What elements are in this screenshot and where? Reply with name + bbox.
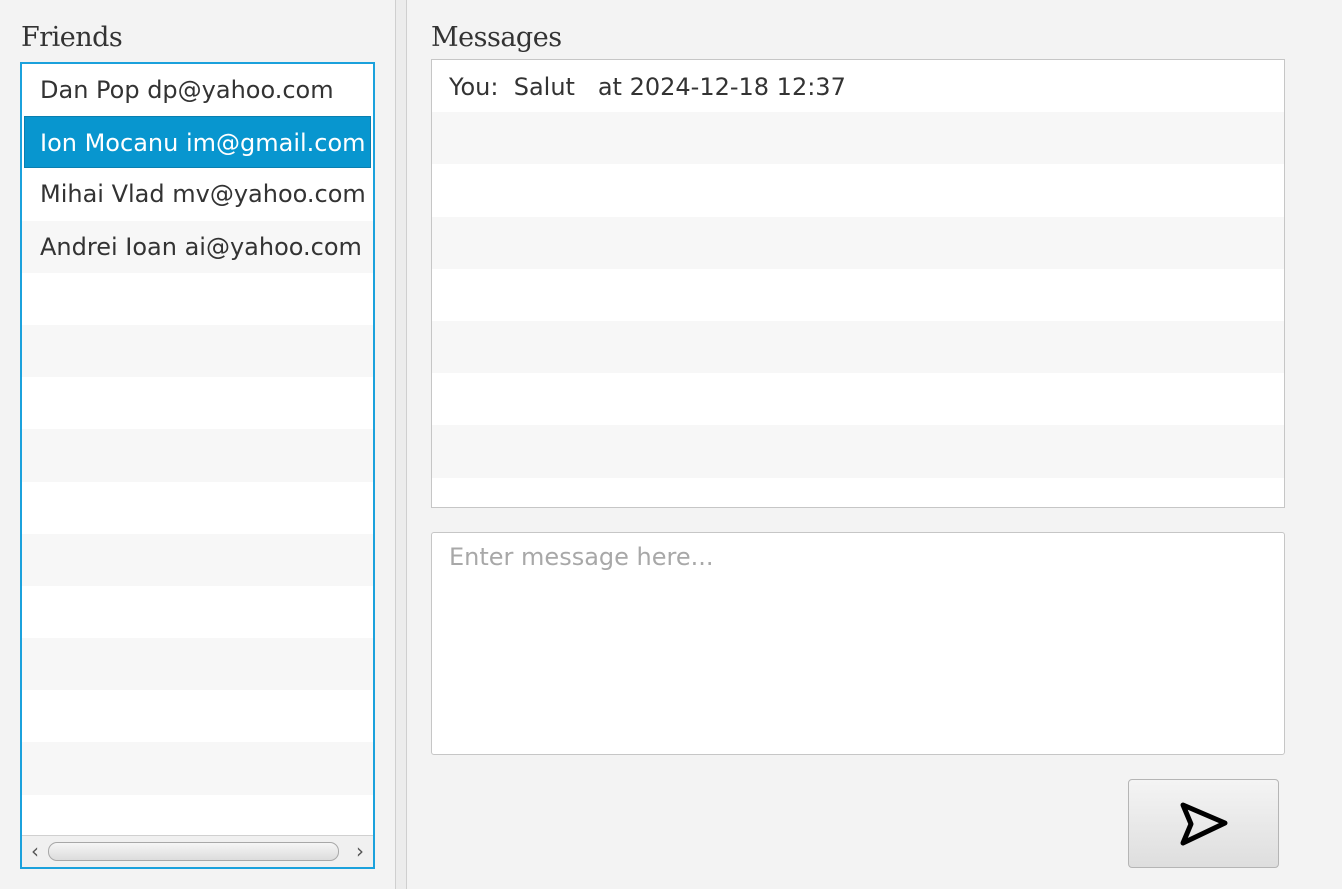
empty-row bbox=[22, 481, 373, 534]
empty-row bbox=[432, 112, 1284, 165]
send-button[interactable] bbox=[1128, 779, 1279, 868]
empty-row bbox=[22, 585, 373, 639]
scrollbar-thumb[interactable] bbox=[48, 842, 339, 861]
empty-row bbox=[432, 320, 1284, 374]
messages-title: Messages bbox=[431, 22, 562, 53]
empty-row bbox=[22, 638, 373, 691]
empty-row bbox=[432, 477, 1284, 507]
empty-row bbox=[432, 268, 1284, 321]
empty-row bbox=[22, 272, 373, 325]
split-pane-divider[interactable] bbox=[395, 0, 407, 889]
empty-row bbox=[432, 373, 1284, 426]
friend-item[interactable]: Dan Pop dp@yahoo.com bbox=[22, 64, 373, 117]
empty-row bbox=[432, 216, 1284, 269]
chat-window: Friends Dan Pop dp@yahoo.com Ion Mocanu … bbox=[0, 0, 1342, 889]
empty-row bbox=[22, 377, 373, 430]
chevron-right-icon[interactable]: › bbox=[349, 839, 371, 863]
send-icon bbox=[1180, 802, 1227, 845]
friends-title: Friends bbox=[21, 22, 123, 53]
horizontal-scrollbar[interactable]: ‹ › bbox=[22, 835, 373, 867]
empty-row bbox=[432, 164, 1284, 217]
chevron-left-icon[interactable]: ‹ bbox=[24, 839, 46, 863]
friend-item[interactable]: Andrei Ioan ai@yahoo.com bbox=[22, 220, 373, 273]
friend-item-selected[interactable]: Ion Mocanu im@gmail.com bbox=[24, 116, 371, 169]
empty-row bbox=[22, 794, 373, 837]
empty-row bbox=[22, 742, 373, 795]
empty-row bbox=[432, 425, 1284, 478]
friends-pane: Friends Dan Pop dp@yahoo.com Ion Mocanu … bbox=[0, 0, 395, 889]
empty-row bbox=[22, 690, 373, 743]
messages-list[interactable]: You: Salut at 2024-12-18 12:37 bbox=[431, 59, 1285, 508]
empty-row bbox=[22, 429, 373, 482]
message-input[interactable] bbox=[431, 532, 1285, 755]
message-item[interactable]: You: Salut at 2024-12-18 12:37 bbox=[432, 60, 1284, 113]
friends-list[interactable]: Dan Pop dp@yahoo.com Ion Mocanu im@gmail… bbox=[20, 62, 375, 869]
friends-list-rows: Dan Pop dp@yahoo.com Ion Mocanu im@gmail… bbox=[22, 64, 373, 837]
friend-item[interactable]: Mihai Vlad mv@yahoo.com bbox=[22, 168, 373, 221]
empty-row bbox=[22, 324, 373, 378]
empty-row bbox=[22, 533, 373, 586]
